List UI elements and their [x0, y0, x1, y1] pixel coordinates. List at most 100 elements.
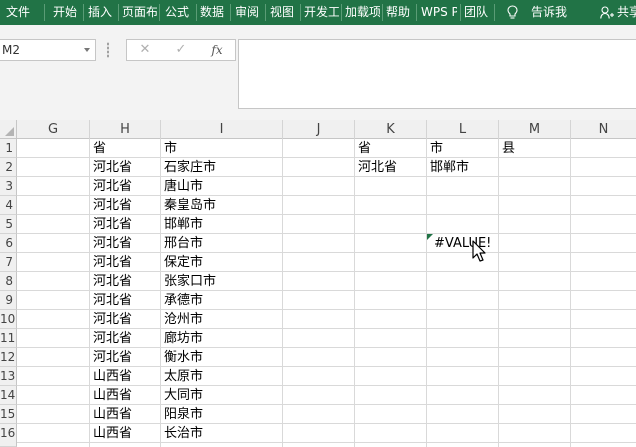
tab-separator — [83, 4, 84, 21]
row-header[interactable]: 15 — [0, 405, 17, 424]
tab-formulas[interactable]: 公式 — [165, 0, 193, 25]
row-header[interactable]: 6 — [0, 234, 17, 253]
cell-i1[interactable]: 市 — [161, 139, 282, 158]
select-all-corner[interactable] — [0, 120, 17, 139]
cell-i15[interactable]: 阳泉市 — [161, 405, 282, 424]
gridline — [354, 139, 355, 447]
cell-i9[interactable]: 承德市 — [161, 291, 282, 310]
cell-i8[interactable]: 张家口市 — [161, 272, 282, 291]
formula-input[interactable] — [238, 39, 636, 109]
cell-i13[interactable]: 太原市 — [161, 367, 282, 386]
tab-page-layout[interactable]: 页面布 — [122, 0, 157, 25]
ribbon-tab-bar: 文件 开始 插入 页面布 公式 数据 审阅 视图 开发工 加载项 帮助 WPS … — [0, 0, 636, 25]
mouse-pointer-icon — [472, 240, 486, 262]
tab-separator — [460, 4, 461, 21]
row-header[interactable]: 2 — [0, 158, 17, 177]
share-button[interactable]: 共享 — [617, 0, 636, 25]
cell-i14[interactable]: 大同市 — [161, 386, 282, 405]
cell-h2[interactable]: 河北省 — [90, 158, 160, 177]
column-header-n[interactable]: N — [571, 120, 636, 139]
drag-handle-icon[interactable] — [107, 42, 109, 58]
row-header[interactable]: 12 — [0, 348, 17, 367]
cell-i16[interactable]: 长治市 — [161, 424, 282, 443]
column-header-h[interactable]: H — [90, 120, 161, 139]
row-header[interactable]: 5 — [0, 215, 17, 234]
cell-i11[interactable]: 廊坊市 — [161, 329, 282, 348]
cell-h12[interactable]: 河北省 — [90, 348, 160, 367]
cell-h16[interactable]: 山西省 — [90, 424, 160, 443]
tab-developer[interactable]: 开发工 — [304, 0, 339, 25]
cell-m1[interactable]: 县 — [499, 139, 570, 158]
tab-file[interactable]: 文件 — [6, 0, 36, 25]
cell-h8[interactable]: 河北省 — [90, 272, 160, 291]
name-box[interactable]: M2 — [0, 39, 96, 61]
cell-h10[interactable]: 河北省 — [90, 310, 160, 329]
tab-home[interactable]: 开始 — [53, 0, 81, 25]
formula-buttons: ✕ ✓ fx — [126, 39, 236, 61]
insert-function-icon[interactable]: fx — [207, 42, 227, 58]
cell-i7[interactable]: 保定市 — [161, 253, 282, 272]
tab-separator — [118, 4, 119, 21]
chevron-down-icon[interactable] — [84, 48, 90, 52]
column-header-k[interactable]: K — [355, 120, 427, 139]
column-header-m[interactable]: M — [499, 120, 571, 139]
row-header[interactable]: 14 — [0, 386, 17, 405]
row-header[interactable]: 10 — [0, 310, 17, 329]
tab-separator — [494, 4, 495, 21]
tab-separator — [300, 4, 301, 21]
row-header[interactable]: 4 — [0, 196, 17, 215]
tab-view[interactable]: 视图 — [270, 0, 298, 25]
tab-insert[interactable]: 插入 — [88, 0, 116, 25]
cell-i10[interactable]: 沧州市 — [161, 310, 282, 329]
row-header[interactable]: 9 — [0, 291, 17, 310]
tab-wps-pdf[interactable]: WPS P — [421, 0, 457, 25]
select-all-triangle-icon — [5, 127, 14, 136]
tab-separator — [341, 4, 342, 21]
tell-me-search[interactable]: 告诉我 — [531, 0, 575, 25]
cell-h11[interactable]: 河北省 — [90, 329, 160, 348]
tab-separator — [416, 4, 417, 21]
cell-h3[interactable]: 河北省 — [90, 177, 160, 196]
cell-i6[interactable]: 邢台市 — [161, 234, 282, 253]
cell-l2[interactable]: 邯郸市 — [427, 158, 498, 177]
cell-h4[interactable]: 河北省 — [90, 196, 160, 215]
cell-h1[interactable]: 省 — [90, 139, 160, 158]
column-header-g[interactable]: G — [17, 120, 90, 139]
cell-i2[interactable]: 石家庄市 — [161, 158, 282, 177]
row-header[interactable]: 16 — [0, 424, 17, 447]
column-header-j[interactable]: J — [283, 120, 355, 139]
cell-h9[interactable]: 河北省 — [90, 291, 160, 310]
cell-i5[interactable]: 邯郸市 — [161, 215, 282, 234]
column-header-l[interactable]: L — [427, 120, 499, 139]
cell-i12[interactable]: 衡水市 — [161, 348, 282, 367]
tab-team[interactable]: 团队 — [464, 0, 492, 25]
row-header[interactable]: 8 — [0, 272, 17, 291]
cell-h13[interactable]: 山西省 — [90, 367, 160, 386]
cancel-icon[interactable]: ✕ — [135, 42, 155, 58]
cell-h5[interactable]: 河北省 — [90, 215, 160, 234]
cell-h15[interactable]: 山西省 — [90, 405, 160, 424]
row-header[interactable]: 7 — [0, 253, 17, 272]
tab-addins[interactable]: 加载项 — [345, 0, 380, 25]
column-header-i[interactable]: I — [161, 120, 283, 139]
gridline — [498, 139, 499, 447]
tab-separator — [159, 4, 160, 21]
row-header[interactable]: 11 — [0, 329, 17, 348]
enter-icon[interactable]: ✓ — [171, 42, 191, 58]
cell-h14[interactable]: 山西省 — [90, 386, 160, 405]
tab-separator — [44, 4, 45, 21]
row-header[interactable]: 3 — [0, 177, 17, 196]
tab-separator — [382, 4, 383, 21]
row-header[interactable]: 13 — [0, 367, 17, 386]
tab-data[interactable]: 数据 — [200, 0, 228, 25]
cell-k2[interactable]: 河北省 — [355, 158, 426, 177]
cell-i3[interactable]: 唐山市 — [161, 177, 282, 196]
row-header[interactable]: 1 — [0, 139, 17, 158]
cell-k1[interactable]: 省 — [355, 139, 426, 158]
cell-i4[interactable]: 秦皇岛市 — [161, 196, 282, 215]
cell-h6[interactable]: 河北省 — [90, 234, 160, 253]
tab-review[interactable]: 审阅 — [235, 0, 263, 25]
tab-help[interactable]: 帮助 — [386, 0, 414, 25]
cell-l1[interactable]: 市 — [427, 139, 498, 158]
cell-h7[interactable]: 河北省 — [90, 253, 160, 272]
